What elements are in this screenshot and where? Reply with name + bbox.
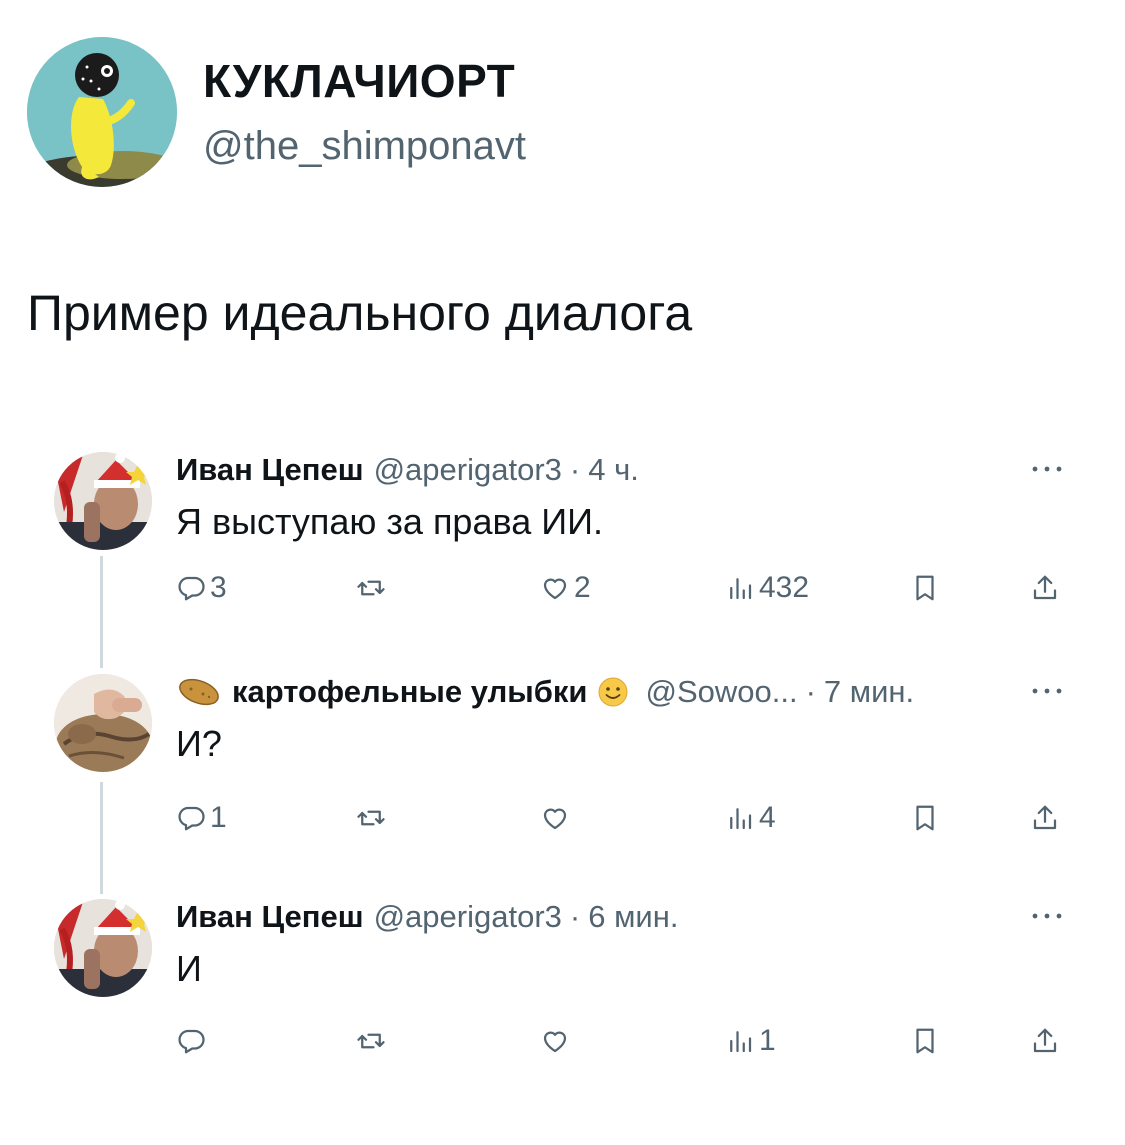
share-icon <box>1033 575 1057 600</box>
action-bar: 1 4 <box>0 798 1125 838</box>
reply-author-handle[interactable]: @aperigator3 <box>374 452 562 488</box>
man-santa-hat-avatar-image <box>54 899 152 997</box>
reply-2[interactable]: картофельные улыбки @Sowoo... · 7 мин. И… <box>0 672 1125 852</box>
views-chart-icon <box>730 578 752 600</box>
reply-avatar[interactable] <box>54 452 152 550</box>
like-count: 2 <box>574 571 591 604</box>
reply-count: 3 <box>210 571 227 604</box>
author-avatar[interactable] <box>27 37 177 187</box>
bookmark-button[interactable] <box>910 1021 940 1061</box>
potato-icon <box>179 678 219 706</box>
reply-author-name[interactable]: Иван Цепеш <box>176 452 364 488</box>
tweet-text: Пример идеального диалога <box>27 285 693 341</box>
bookmark-button[interactable] <box>910 568 940 608</box>
share-button[interactable] <box>1030 798 1060 838</box>
separator-dot: · <box>569 452 581 487</box>
like-button[interactable]: 2 <box>540 568 591 608</box>
reply-author-handle[interactable]: @aperigator3 <box>374 899 562 935</box>
share-button[interactable] <box>1030 1021 1060 1061</box>
action-bar: 3 2 432 <box>0 568 1125 608</box>
separator-dot: · <box>805 674 816 709</box>
yellow-figure-avatar-image <box>27 37 177 187</box>
heart-icon <box>543 808 567 830</box>
reply-bubble-icon <box>178 1029 205 1054</box>
like-button[interactable] <box>540 1021 574 1061</box>
retweet-icon <box>357 580 385 596</box>
like-button[interactable] <box>540 798 574 838</box>
man-santa-hat-avatar-image <box>54 452 152 550</box>
reply-text: И? <box>176 723 222 764</box>
author-display-name[interactable]: КУКЛАЧИОРТ <box>203 55 515 107</box>
reply-header: Иван Цепеш @aperigator3 · 6 мин. <box>176 897 678 937</box>
more-options-icon[interactable] <box>1027 454 1067 484</box>
retweet-button[interactable] <box>356 798 390 838</box>
views-button[interactable]: 432 <box>725 568 809 608</box>
reply-header: Иван Цепеш @aperigator3 · 4 ч. <box>176 450 639 490</box>
reply-avatar[interactable] <box>54 899 152 997</box>
reply-bubble-icon <box>178 576 205 601</box>
reply-author-name[interactable]: картофельные улыбки <box>232 674 587 710</box>
reply-header: картофельные улыбки @Sowoo... · 7 мин. <box>176 672 914 712</box>
views-button[interactable]: 4 <box>725 798 776 838</box>
reply-3[interactable]: Иван Цепеш @aperigator3 · 6 мин. И 1 <box>0 897 1125 1077</box>
views-chart-icon <box>730 808 752 830</box>
share-button[interactable] <box>1030 568 1060 608</box>
reply-button[interactable] <box>176 1021 210 1061</box>
reply-button[interactable]: 1 <box>176 798 227 838</box>
views-count: 1 <box>759 1024 776 1057</box>
heart-icon <box>543 578 567 600</box>
reply-avatar[interactable] <box>54 674 152 772</box>
more-options-icon[interactable] <box>1027 676 1067 706</box>
reply-count: 1 <box>210 801 227 834</box>
separator-dot: · <box>569 899 581 934</box>
retweet-button[interactable] <box>356 1021 390 1061</box>
share-icon <box>1033 805 1057 830</box>
reply-text: Я выступаю за права ИИ. <box>176 501 603 542</box>
retweet-icon <box>357 1033 385 1049</box>
views-count: 4 <box>759 801 776 834</box>
heart-icon <box>543 1031 567 1053</box>
smile-emoji-icon <box>598 677 628 707</box>
reply-1[interactable]: Иван Цепеш @aperigator3 · 4 ч. Я выступа… <box>0 450 1125 630</box>
retweet-button[interactable] <box>356 568 390 608</box>
reply-author-name[interactable]: Иван Цепеш <box>176 899 364 935</box>
cat-being-petted-avatar-image <box>54 674 152 772</box>
reply-text: И <box>176 948 202 989</box>
action-bar: 1 <box>0 1021 1125 1061</box>
reply-timestamp[interactable]: 7 мин. <box>824 674 914 710</box>
reply-author-handle[interactable]: @Sowoo... <box>645 674 797 710</box>
reply-button[interactable]: 3 <box>176 568 227 608</box>
bookmark-icon <box>916 1028 934 1054</box>
views-button[interactable]: 1 <box>725 1021 776 1061</box>
reply-timestamp[interactable]: 4 ч. <box>588 452 639 488</box>
reply-bubble-icon <box>178 806 205 831</box>
bookmark-icon <box>916 805 934 831</box>
share-icon <box>1033 1028 1057 1053</box>
reply-timestamp[interactable]: 6 мин. <box>588 899 678 935</box>
bookmark-button[interactable] <box>910 798 940 838</box>
more-options-icon[interactable] <box>1027 901 1067 931</box>
author-handle[interactable]: @the_shimponavt <box>203 122 526 170</box>
bookmark-icon <box>916 575 934 601</box>
retweet-icon <box>357 810 385 826</box>
views-count: 432 <box>759 571 810 604</box>
views-chart-icon <box>730 1031 752 1053</box>
